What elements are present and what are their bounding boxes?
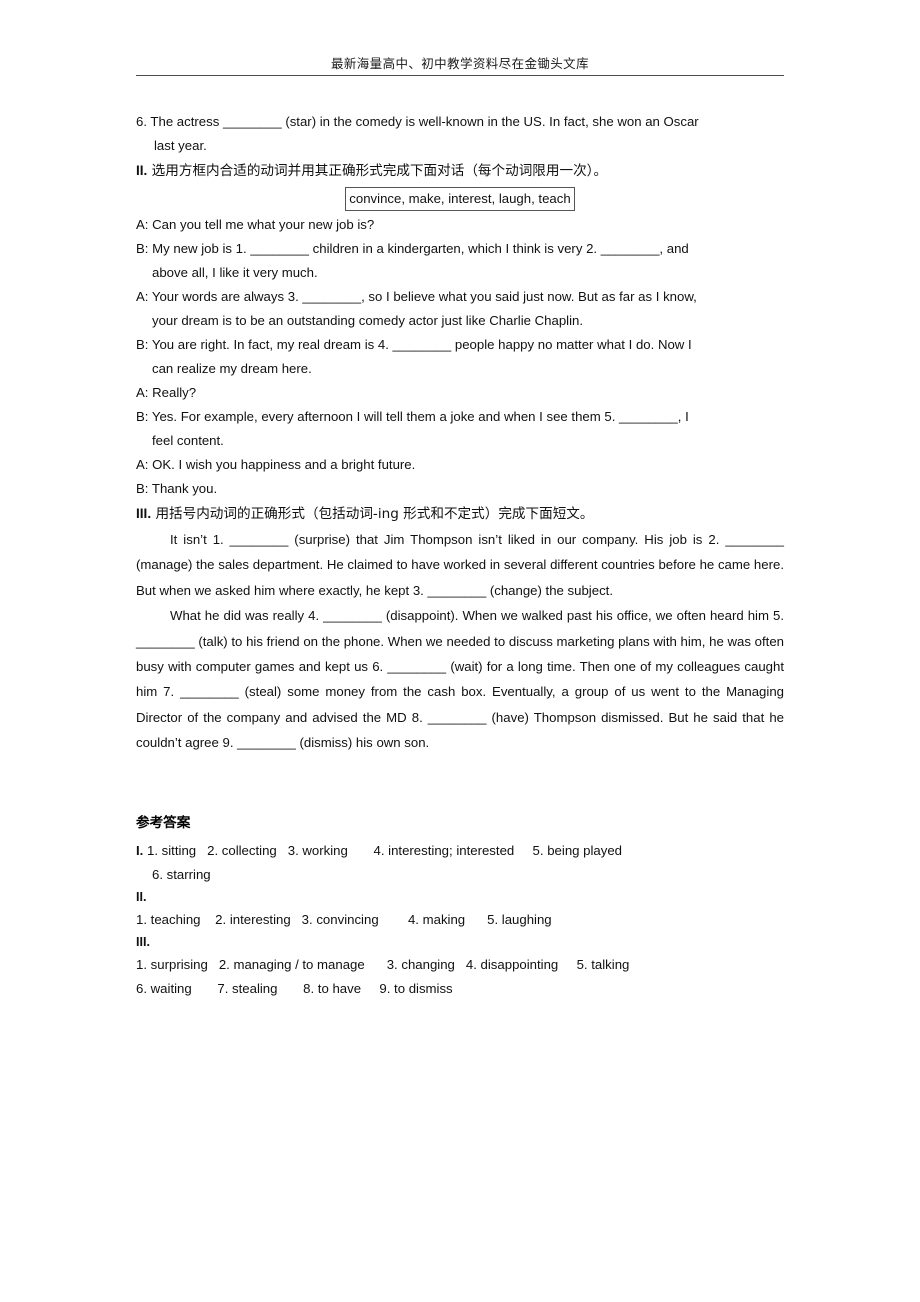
section-3-heading: III. 用括号内动词的正确形式（包括动词-ing 形式和不定式）完成下面短文。 — [136, 501, 784, 527]
exercise-item-6: 6. The actress ________ (star) in the co… — [136, 110, 784, 158]
answer-key-section-3-numeral: III. — [136, 935, 150, 949]
dialogue-line-2: can realize my dream here. — [152, 361, 312, 376]
section-3: III. 用括号内动词的正确形式（包括动词-ing 形式和不定式）完成下面短文。… — [136, 501, 784, 756]
dialogue-line-2: feel content. — [152, 433, 224, 448]
dialogue-line-1: B: You are right. In fact, my real dream… — [136, 337, 692, 352]
dialogue-line-1: A: Really? — [136, 385, 197, 400]
document-page: 最新海量高中、初中教学资料尽在金锄头文库 6. The actress ____… — [0, 0, 920, 1302]
dialogue-list: A: Can you tell me what your new job is?… — [136, 213, 784, 501]
dialogue-line-1: B: Thank you. — [136, 481, 218, 496]
dialogue-turn: A: OK. I wish you happiness and a bright… — [136, 453, 784, 477]
dialogue-line-1: A: OK. I wish you happiness and a bright… — [136, 457, 416, 472]
word-bank-box: convince, make, interest, laugh, teach — [345, 187, 575, 211]
answer-key-section-2-answers: 1. teaching 2. interesting 3. convincing… — [136, 912, 552, 927]
answer-key-section-2-numeral: II. — [136, 890, 147, 904]
dialogue-turn: B: Thank you. — [136, 477, 784, 501]
dialogue-line-1: B: My new job is 1. ________ children in… — [136, 241, 689, 256]
section-2: II. 选用方框内合适的动词并用其正确形式完成下面对话（每个动词限用一次）。 c… — [136, 158, 784, 501]
header-divider — [136, 75, 784, 76]
section-2-numeral: II. — [136, 163, 148, 178]
header-watermark-text: 最新海量高中、初中教学资料尽在金锄头文库 — [330, 56, 589, 71]
section-3-paragraph-1: It isn’t 1. ________ (surprise) that Jim… — [136, 532, 784, 598]
dialogue-turn: A: Can you tell me what your new job is? — [136, 213, 784, 237]
dialogue-line-2: your dream is to be an outstanding comed… — [152, 313, 584, 328]
item-6-line-2: last year. — [154, 138, 207, 153]
answer-key-title: 参考答案 — [136, 815, 191, 831]
answer-key-section-1-line-2: 6. starring — [152, 867, 211, 882]
answer-key-section-1-answers: 1. sitting 2. collecting 3. working 4. i… — [147, 843, 623, 858]
dialogue-turn: A: Your words are always 3. ________, so… — [136, 285, 784, 333]
dialogue-turn: A: Really? — [136, 381, 784, 405]
answer-key-section-1-line-1: I. 1. sitting 2. collecting 3. working 4… — [136, 839, 836, 863]
dialogue-line-1: A: Can you tell me what your new job is? — [136, 217, 375, 232]
answer-key-section-3-line-2: 6. waiting 7. stealing 8. to have 9. to … — [136, 981, 453, 996]
dialogue-turn: B: You are right. In fact, my real dream… — [136, 333, 784, 381]
section-3-numeral: III. — [136, 506, 152, 521]
dialogue-turn: B: My new job is 1. ________ children in… — [136, 237, 784, 285]
word-bank-container: convince, make, interest, laugh, teach — [136, 187, 784, 211]
dialogue-line-1: A: Your words are always 3. ________, so… — [136, 289, 697, 304]
answer-key-section: 参考答案 I. 1. sitting 2. collecting 3. work… — [136, 812, 836, 1001]
section-2-heading: II. 选用方框内合适的动词并用其正确形式完成下面对话（每个动词限用一次）。 — [136, 158, 784, 184]
section-2-heading-text: 选用方框内合适的动词并用其正确形式完成下面对话（每个动词限用一次）。 — [151, 163, 608, 179]
section-3-paragraph-2: What he did was really 4. ________ (disa… — [136, 608, 784, 751]
dialogue-turn: B: Yes. For example, every afternoon I w… — [136, 405, 784, 453]
answer-key-section-1-numeral: I. — [136, 843, 144, 858]
section-3-heading-text: 用括号内动词的正确形式（包括动词-ing 形式和不定式）完成下面短文。 — [155, 506, 594, 522]
document-content: 6. The actress ________ (star) in the co… — [136, 110, 784, 756]
dialogue-line-1: B: Yes. For example, every afternoon I w… — [136, 409, 689, 424]
item-6-line-1: 6. The actress ________ (star) in the co… — [136, 114, 699, 129]
page-header: 最新海量高中、初中教学资料尽在金锄头文库 — [136, 56, 784, 76]
answer-key-section-3-line-1: 1. surprising 2. managing / to manage 3.… — [136, 957, 630, 972]
dialogue-line-2: above all, I like it very much. — [152, 265, 318, 280]
